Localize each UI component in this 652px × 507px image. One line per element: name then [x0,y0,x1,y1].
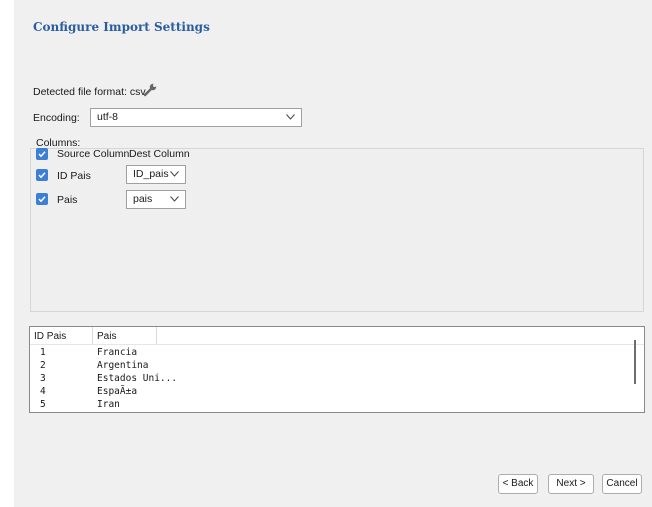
dest-column-value: pais [133,193,153,205]
preview-header-row: ID Pais Pais [30,327,644,345]
source-column-name: ID Pais [57,170,91,182]
column-divider[interactable] [156,327,157,344]
preview-header-pais: Pais [97,331,117,342]
source-column-name: Pais [57,194,78,206]
check-icon [38,151,46,158]
table-cell: 5 [40,399,46,410]
chevron-down-icon [170,171,179,177]
chevron-down-icon [170,196,179,202]
source-column-header: Source Column [57,148,130,160]
preview-table[interactable]: ID Pais Pais 1 Francia 2 Argentina 3 Est… [29,326,645,413]
table-cell: Estados Uni... [97,373,178,384]
table-cell: 3 [40,373,46,384]
next-button[interactable]: Next > [548,474,594,494]
check-icon [38,196,46,203]
dialog-title: Configure Import Settings [33,20,210,34]
dest-column-value: ID_pais [133,168,169,180]
table-cell: Iran [97,399,120,410]
dest-column-select[interactable]: pais [126,190,186,209]
table-cell: Argentina [97,360,149,371]
column-checkbox-pais[interactable] [36,193,48,205]
detected-format-label: Detected file format: csv [33,86,146,98]
encoding-value: utf-8 [97,111,119,123]
cancel-button[interactable]: Cancel [602,474,642,494]
select-all-checkbox[interactable] [36,148,48,160]
back-button[interactable]: < Back [498,474,538,494]
preview-header-id-pais: ID Pais [34,331,67,342]
chevron-down-icon [286,114,295,120]
dest-column-select[interactable]: ID_pais [126,165,186,184]
table-cell: 4 [40,386,46,397]
table-cell: 2 [40,360,46,371]
table-cell: Francia [97,347,138,358]
table-cell: EspaÃ±a [97,386,138,397]
column-divider[interactable] [92,327,93,344]
column-checkbox-id-pais[interactable] [36,169,48,181]
wrench-icon[interactable] [142,82,158,98]
encoding-select[interactable]: utf-8 [90,108,302,127]
columns-panel [30,148,644,312]
encoding-label: Encoding: [33,112,80,124]
preview-scrollbar[interactable] [634,340,636,384]
check-icon [38,172,46,179]
table-cell: 1 [40,347,46,358]
dest-column-header: Dest Column [129,148,190,160]
